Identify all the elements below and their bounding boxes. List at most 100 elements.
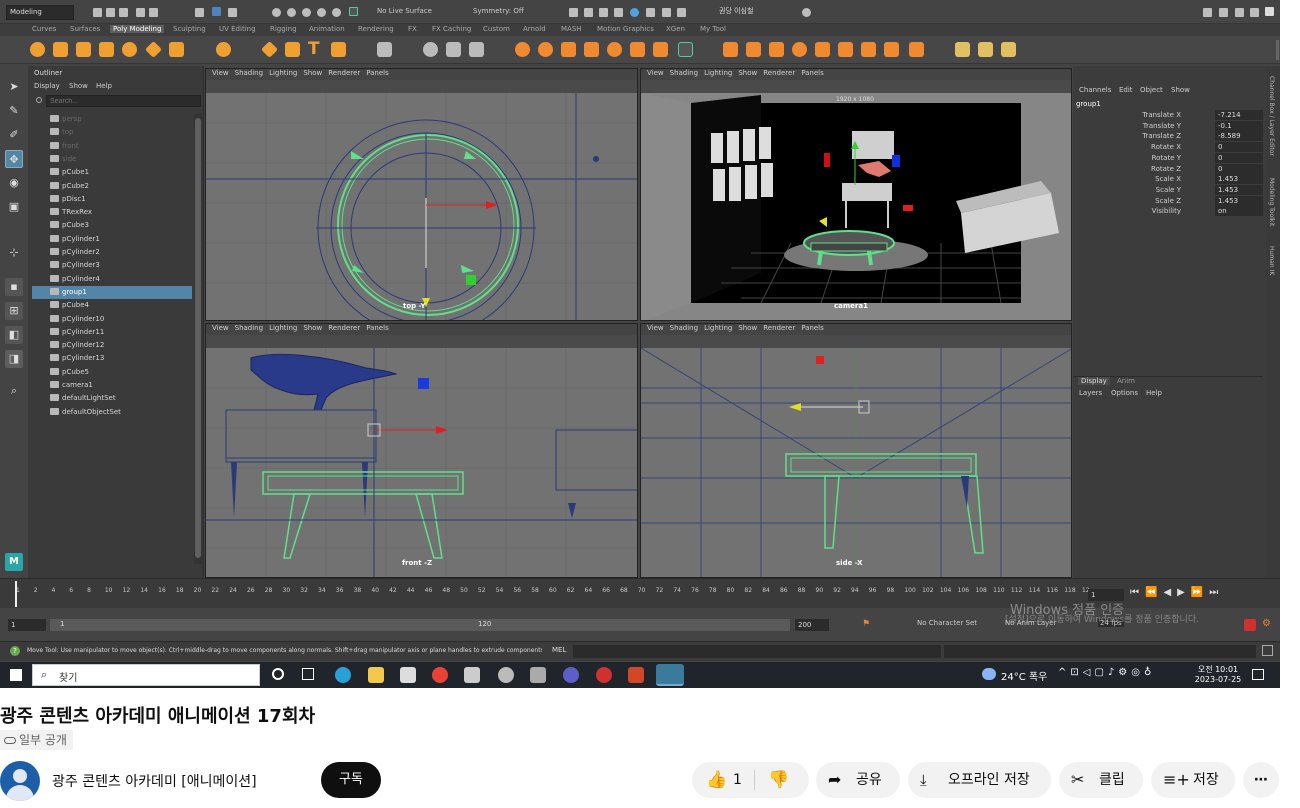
poly-sphere-icon[interactable] (30, 42, 45, 57)
boolean-diff-icon[interactable] (584, 42, 599, 57)
mel-command-input[interactable] (573, 645, 941, 658)
outliner-menu-help[interactable]: Help (96, 82, 112, 90)
file-explorer-icon[interactable] (368, 667, 384, 683)
side-tab-modeling-toolkit[interactable]: Modeling Toolkit (1268, 178, 1275, 226)
shelf-tab-rigging[interactable]: Rigging (270, 25, 297, 33)
layer-menu-help[interactable]: Help (1146, 389, 1162, 397)
channel-row[interactable]: Rotate Z 0 (1073, 163, 1263, 175)
planar-map-icon[interactable] (978, 42, 993, 57)
channel-attr-value[interactable]: -7.214 (1215, 110, 1263, 120)
shelf-tab-fx-caching[interactable]: FX Caching (432, 25, 471, 33)
render-view-icon[interactable] (646, 8, 655, 17)
outliner-item[interactable]: pCylinder4 (50, 273, 202, 286)
vp-menu-show[interactable]: Show (303, 324, 322, 332)
app-icon[interactable] (464, 667, 480, 683)
outliner-layout-icon[interactable]: ◨ (5, 350, 23, 368)
mel-label[interactable]: MEL (552, 646, 566, 654)
side-tab-channel-box[interactable]: Channel Box / Layer Editor (1268, 76, 1275, 156)
four-view-icon[interactable]: ⊞ (5, 302, 23, 320)
record-icon[interactable] (1244, 619, 1256, 631)
outliner-item[interactable]: pCylinder12 (50, 339, 202, 352)
store-icon[interactable] (400, 667, 416, 683)
vp-menu-lighting[interactable]: Lighting (269, 69, 297, 77)
save-scene-icon[interactable] (119, 8, 128, 17)
lasso-tool-icon[interactable]: ✎ (5, 102, 23, 120)
vp-menu-lighting[interactable]: Lighting (704, 324, 732, 332)
sweep-mesh-icon[interactable] (261, 41, 278, 58)
powerpoint-icon[interactable] (628, 667, 644, 683)
shelf-scroll-icon[interactable] (1276, 40, 1279, 60)
super-shape-icon[interactable] (216, 42, 231, 57)
vp-menu-renderer[interactable]: Renderer (328, 69, 360, 77)
slide-edge-icon[interactable] (861, 42, 876, 57)
channel-row[interactable]: Translate Z -8.589 (1073, 131, 1263, 142)
symmetry-field[interactable]: Symmetry: Off (470, 5, 530, 20)
shelf-tab-fx[interactable]: FX (408, 25, 417, 33)
weather-text[interactable]: 24°C 폭우 (1001, 668, 1047, 683)
more-actions-button[interactable]: ⋯ (1243, 762, 1279, 798)
viewport-side[interactable]: View Shading Lighting Show Renderer Panels si… (640, 323, 1072, 578)
channel-row[interactable]: Rotate Y 0 (1073, 152, 1263, 164)
snap-point-icon[interactable] (302, 8, 311, 17)
viewport-top[interactable]: View Shading Lighting Show Renderer Panels (205, 68, 638, 321)
edge-loop-icon[interactable] (769, 42, 784, 57)
character-set-dropdown[interactable]: No Character Set (917, 619, 977, 627)
bevel-icon[interactable] (723, 42, 738, 57)
live-surface-field[interactable]: No Live Surface (374, 5, 444, 20)
menu-set-dropdown[interactable]: Modeling (6, 5, 74, 20)
single-view-icon[interactable]: ▪ (5, 278, 23, 296)
vp-menu-shading[interactable]: Shading (670, 69, 698, 77)
maya-taskbar-icon[interactable] (656, 664, 684, 686)
channel-attr-value[interactable]: -0.1 (1215, 120, 1263, 131)
svg-icon[interactable] (331, 42, 346, 57)
extrude-icon[interactable] (678, 42, 693, 57)
attribute-editor-icon[interactable] (1235, 8, 1244, 17)
poke-icon[interactable] (815, 42, 830, 57)
channel-attr-value[interactable]: 1.453 (1215, 184, 1263, 195)
channel-row[interactable]: Scale Z 1.453 (1073, 195, 1263, 207)
select-tool-icon[interactable]: ➤ (5, 78, 23, 96)
wedge-icon[interactable] (838, 42, 853, 57)
poly-plane-icon[interactable] (169, 42, 184, 57)
layer-menu-layers[interactable]: Layers (1079, 389, 1102, 397)
type-text-icon[interactable]: T (308, 41, 323, 58)
search-tool-icon[interactable]: ⌕ (5, 382, 23, 400)
vp-menu-lighting[interactable]: Lighting (704, 69, 732, 77)
outliner-item[interactable]: pDisc1 (50, 193, 202, 206)
hypershade-icon[interactable] (614, 8, 623, 17)
taskbar-search-box[interactable]: ⌕ 찾기 (32, 664, 260, 686)
share-button[interactable]: ➦ 공유 (816, 762, 900, 798)
download-button[interactable]: ⤓ 오프라인 저장 (908, 762, 1051, 798)
viewport-toolbar[interactable] (641, 335, 1071, 348)
vp-menu-shading[interactable]: Shading (235, 69, 263, 77)
subscribe-button[interactable]: 구독 (321, 762, 381, 798)
channel-attr-value[interactable]: 0 (1215, 142, 1263, 153)
time-slider[interactable]: 1 2 4 6 8 10 12 14 16 18 20 22 24 26 28 30 32 34 36 38 40 42 4… (0, 578, 1280, 618)
app-icon-3[interactable] (530, 667, 546, 683)
vp-menu-renderer[interactable]: Renderer (328, 324, 360, 332)
channel-attr-value[interactable]: 1.453 (1215, 195, 1263, 206)
thumbs-down-icon[interactable]: 👎 (768, 762, 789, 798)
two-view-icon[interactable]: ◧ (5, 326, 23, 344)
outliner-scroll-thumb[interactable] (195, 118, 201, 558)
channel-row[interactable]: Scale Y 1.453 (1073, 184, 1263, 196)
auto-map-icon[interactable] (1001, 42, 1016, 57)
poly-torus-icon[interactable] (122, 42, 137, 57)
shelf-tab-xgen[interactable]: XGen (666, 25, 685, 33)
channel-attr-value[interactable]: 0 (1215, 152, 1263, 163)
smooth-icon[interactable] (515, 42, 530, 57)
boolean-intersect-icon[interactable] (607, 42, 622, 57)
vp-menu-lighting[interactable]: Lighting (269, 324, 297, 332)
scale-tool-icon[interactable]: ▣ (5, 198, 23, 216)
channel-row[interactable]: Visibility on (1073, 206, 1263, 217)
arnold-render-icon[interactable] (630, 8, 639, 17)
viewport-toolbar[interactable] (206, 80, 637, 93)
vp-menu-show[interactable]: Show (738, 69, 757, 77)
outliner-item[interactable]: defaultObjectSet (50, 406, 202, 419)
vp-menu-view[interactable]: View (647, 69, 664, 77)
layer-tab-display[interactable]: Display (1078, 377, 1110, 385)
snapshot-icon[interactable] (677, 8, 686, 17)
vp-menu-view[interactable]: View (212, 324, 229, 332)
multi-cut-icon[interactable] (746, 42, 761, 57)
vp-menu-view[interactable]: View (212, 69, 229, 77)
